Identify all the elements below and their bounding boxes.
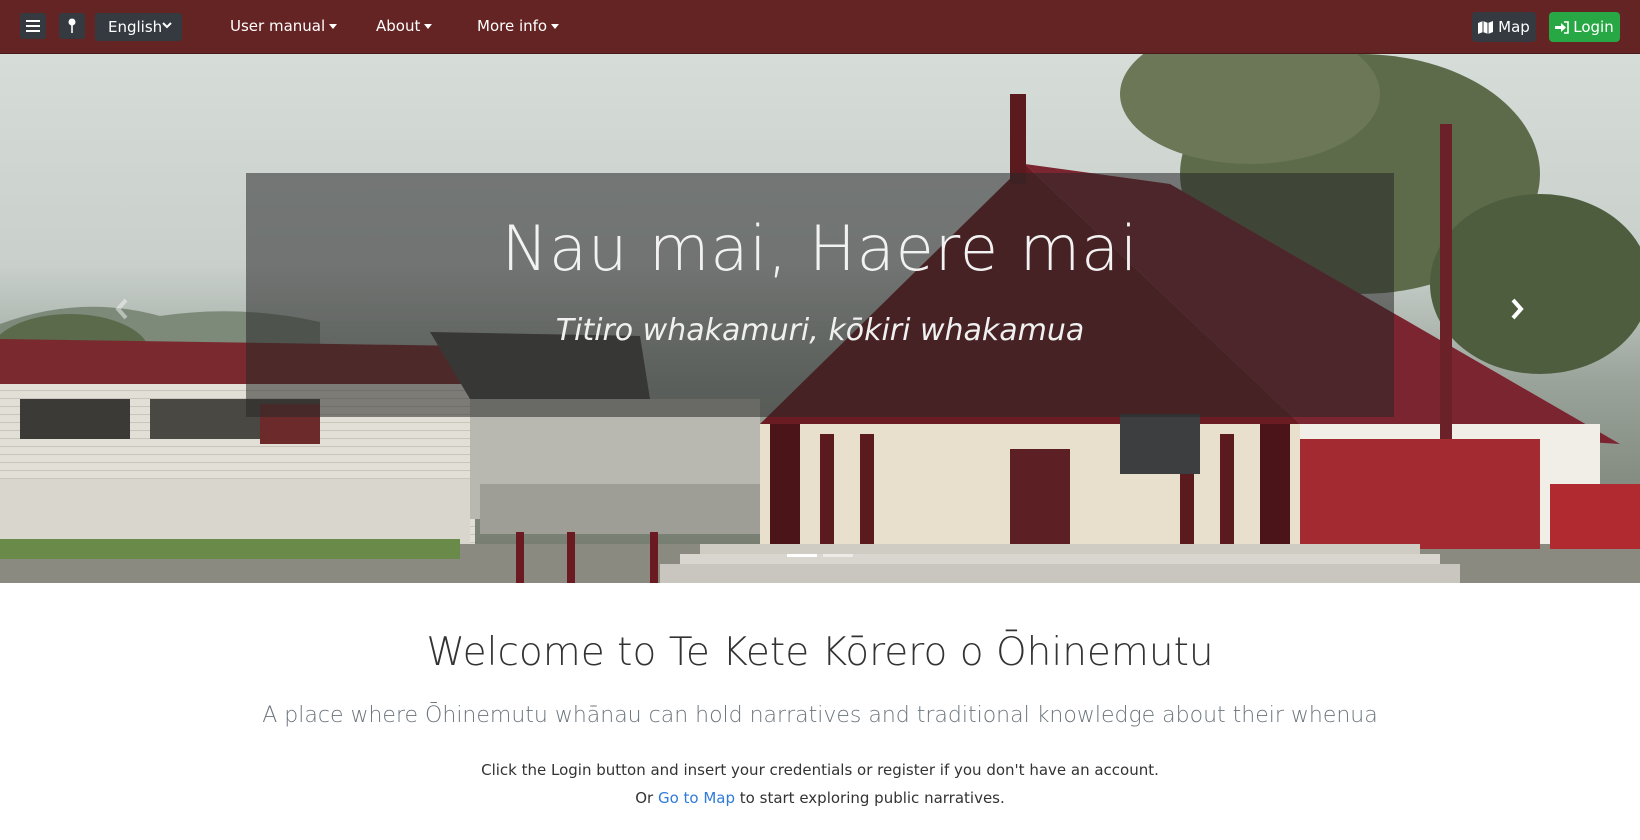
map-instructions-prefix: Or [635, 789, 658, 807]
language-selected-value: English [108, 18, 163, 36]
nav-about-dropdown[interactable]: About [376, 17, 433, 35]
carousel-indicator-1[interactable] [787, 554, 817, 557]
caret-down-icon [424, 23, 433, 29]
login-button-label: Login [1573, 18, 1614, 36]
carousel-next-button[interactable] [1497, 289, 1537, 329]
lead-text: A place where Ōhinemutu whānau can hold … [262, 703, 1378, 728]
caption-overlay [246, 173, 1394, 417]
welcome-heading: Welcome to Te Kete Kōrero o Ōhinemutu [426, 630, 1214, 675]
nav-more-info-dropdown[interactable]: More info [477, 17, 560, 35]
hero-subtitle: Titiro whakamuri, kōkiri whakamua [555, 313, 1085, 348]
carousel-indicator-2[interactable] [823, 554, 853, 557]
login-button[interactable]: Login [1549, 12, 1620, 42]
language-select[interactable]: English [95, 13, 182, 41]
map-icon [1478, 20, 1494, 34]
go-to-map-link[interactable]: Go to Map [658, 789, 735, 807]
hamburger-icon[interactable] [20, 13, 46, 39]
caret-down-icon [551, 23, 560, 29]
map-instructions-suffix: to start exploring public narratives. [735, 789, 1005, 807]
hero-carousel: Nau mai, Haere mai Titiro whakamuri, kōk… [0, 54, 1640, 583]
nav-more-info-label: More info [477, 17, 548, 35]
sign-in-icon [1555, 20, 1570, 34]
login-instructions: Click the Login button and insert your c… [481, 761, 1159, 779]
hero-title: Nau mai, Haere mai [501, 212, 1139, 285]
nav-about-label: About [376, 17, 421, 35]
map-pin-icon[interactable] [59, 13, 85, 39]
carousel-prev-button[interactable] [102, 289, 142, 329]
chevron-right-icon [1511, 298, 1524, 320]
top-navbar: English User manual About More info Map … [0, 0, 1640, 54]
nav-user-manual-label: User manual [230, 17, 326, 35]
caret-down-icon [329, 23, 338, 29]
map-button-label: Map [1498, 18, 1530, 36]
carousel-indicators [787, 554, 853, 557]
map-instructions: Or Go to Map to start exploring public n… [0, 789, 1640, 807]
chevron-down-icon [161, 18, 173, 36]
nav-user-manual-dropdown[interactable]: User manual [230, 17, 338, 35]
chevron-left-icon [115, 298, 128, 320]
map-button[interactable]: Map [1472, 12, 1536, 42]
